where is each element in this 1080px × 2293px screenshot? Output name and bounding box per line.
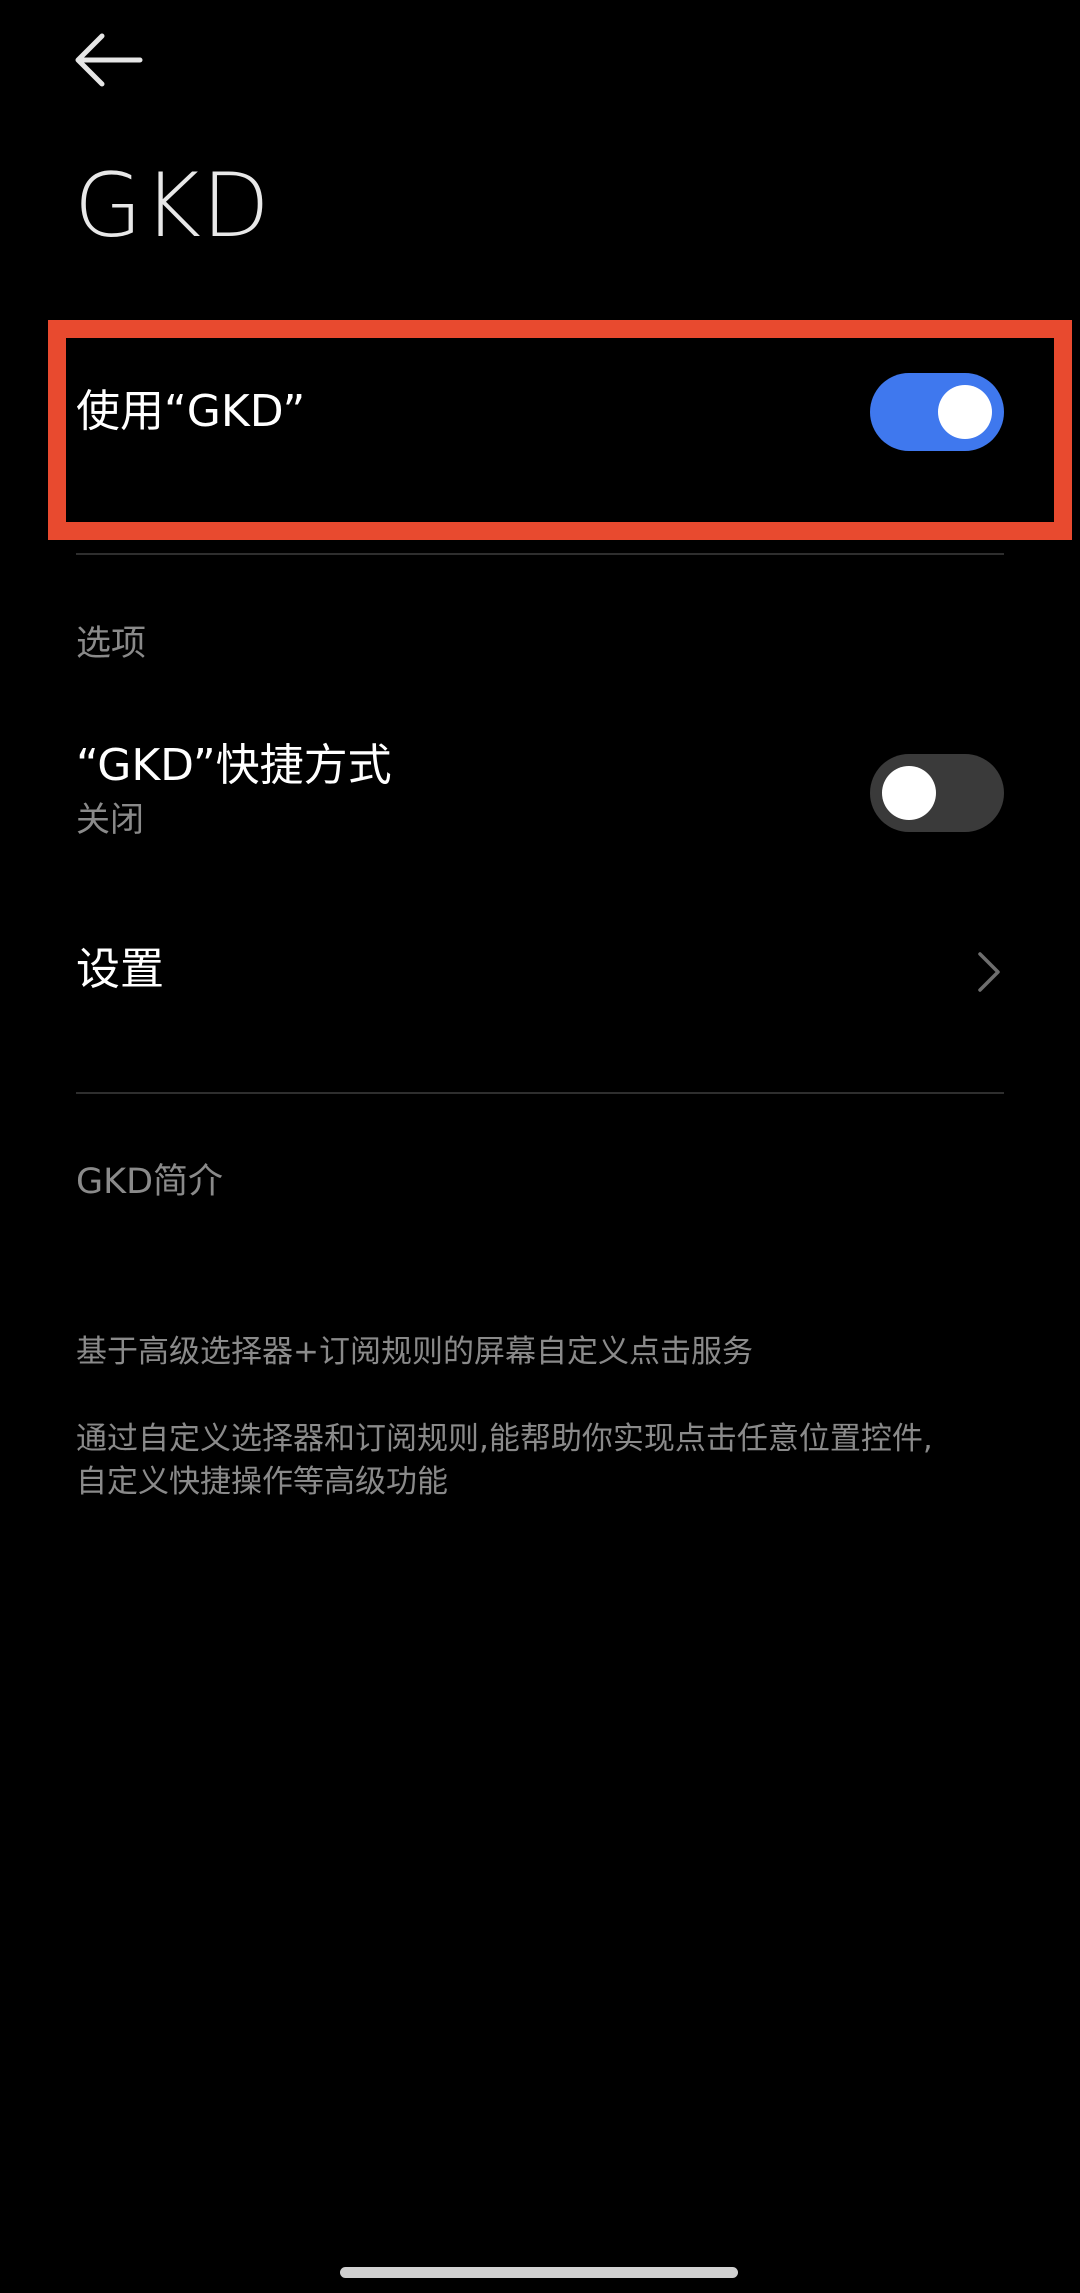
toggle-knob [938,385,992,439]
use-service-label: 使用“GKD” [76,386,306,437]
about-details-line1: 通过自定义选择器和订阅规则,能帮助你实现点击任意位置控件, [76,1421,933,1457]
settings-label: 设置 [76,944,164,995]
use-service-row[interactable]: 使用“GKD” [76,372,1004,452]
page-title: GKD [74,154,271,257]
chevron-right-icon [978,952,1000,992]
about-section-label: GKD简介 [76,1162,224,1202]
shortcut-row[interactable]: “GKD”快捷方式 关闭 [76,738,1004,848]
about-summary: 基于高级选择器+订阅规则的屏幕自定义点击服务 [76,1334,753,1370]
home-indicator[interactable] [340,2267,738,2278]
back-button[interactable] [70,28,150,92]
settings-row[interactable]: 设置 [76,942,1004,1002]
shortcut-status: 关闭 [76,800,144,840]
options-section-label: 选项 [76,624,147,664]
use-service-toggle[interactable] [870,373,1004,451]
shortcut-toggle[interactable] [870,754,1004,832]
shortcut-label: “GKD”快捷方式 [76,740,392,791]
divider [76,1092,1004,1094]
toggle-knob [882,766,936,820]
arrow-left-icon [75,33,143,87]
divider [76,553,1004,555]
about-details-line2: 自定义快捷操作等高级功能 [76,1464,448,1500]
